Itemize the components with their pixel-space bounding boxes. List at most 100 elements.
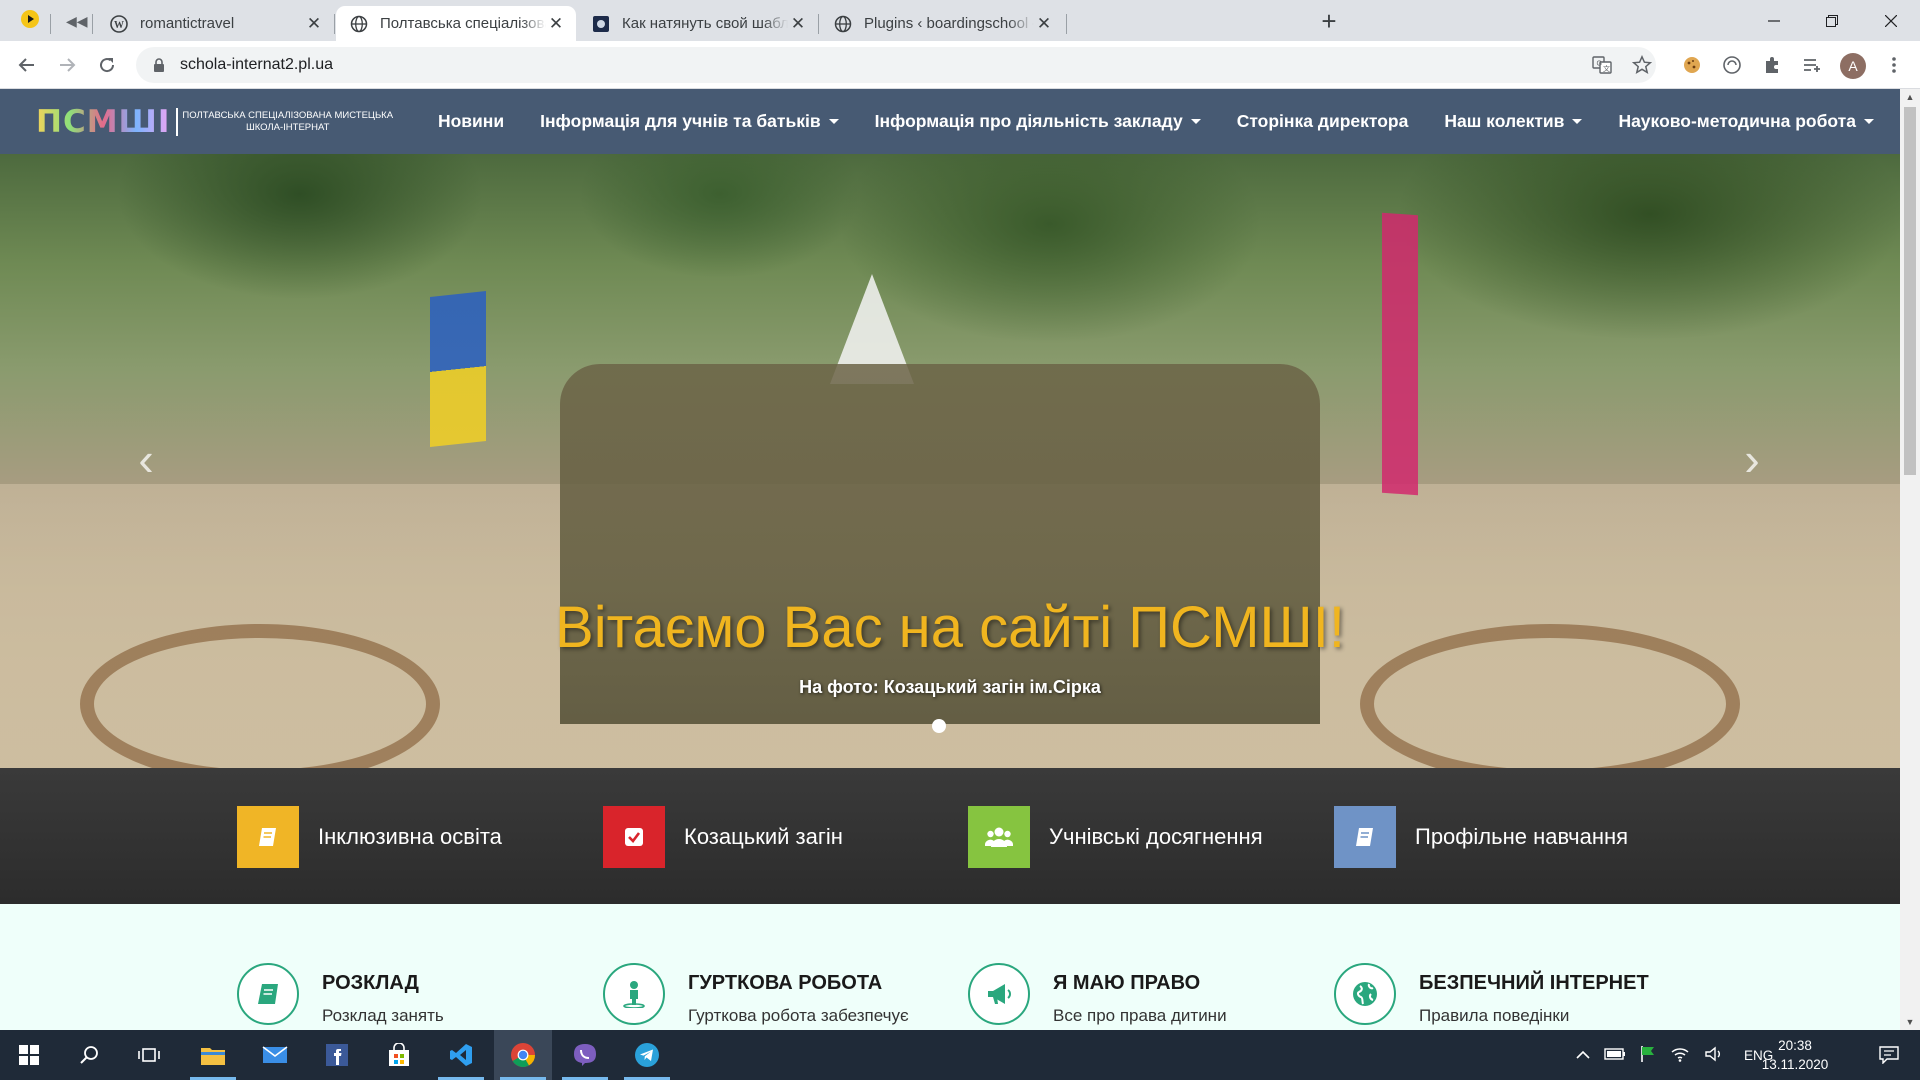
search-icon[interactable] [60,1030,118,1080]
globe-icon [350,15,368,33]
chevron-up-icon[interactable] [1576,1047,1590,1063]
lock-icon[interactable] [150,56,168,74]
tab-title: Как натянуть свой шаблон на W [622,15,788,32]
mute-tab-icon[interactable]: ◀◀ [66,13,88,30]
restore-button[interactable] [1803,0,1861,41]
profile-avatar[interactable]: A [1840,53,1866,79]
tab-template-article[interactable]: Как натянуть свой шаблон на W ✕ [578,6,818,41]
chevron-down-icon [1864,119,1874,124]
feature-label: Учнівські досягнення [1049,824,1263,849]
globe-icon [1334,963,1396,1025]
mail-icon[interactable] [246,1030,304,1080]
nav-item-our-team[interactable]: Наш колектив [1444,111,1583,132]
vscode-icon[interactable] [432,1030,490,1080]
close-window-button[interactable] [1862,0,1920,41]
feature-cossack-squad[interactable]: Козацький загін [603,806,843,868]
feature-profile-learning[interactable]: Профільне навчання [1334,806,1628,868]
tab-psmshi[interactable]: Полтавська спеціалізована мис ✕ [336,6,576,41]
facebook-icon[interactable] [308,1030,366,1080]
check-square-icon [603,806,665,868]
slider-prev-arrow[interactable]: ‹ [126,429,166,489]
service-rights[interactable]: Я МАЮ ПРАВО Все про права дитини [968,963,1308,1030]
forward-button[interactable] [53,51,81,79]
tab-romantictravel[interactable]: W romantictravel ✕ [96,6,334,41]
logo-mark: ПСМШІ [36,104,171,140]
logo-subtitle-line2: школа-інтернат [246,122,330,133]
tab-title: Plugins ‹ boardingschool — Word [864,15,1034,32]
feature-label: Профільне навчання [1415,824,1629,849]
book-icon [237,806,299,868]
nav-item-director-page[interactable]: Сторінка директора [1237,111,1409,132]
page-icon [592,15,610,33]
windows-taskbar: ENG 20:38 13.11.2020 [0,1030,1920,1080]
nav-item-news[interactable]: Новини [438,111,504,132]
store-icon[interactable] [370,1030,428,1080]
browser-toolbar: schola-internat2.pl.ua G文 A [0,41,1920,89]
feature-label: Інклюзивна освіта [318,824,502,849]
media-play-icon[interactable] [20,9,40,34]
feature-student-achievements[interactable]: Учнівські досягнення [968,806,1263,868]
flag-notification-icon[interactable] [1640,1045,1656,1066]
nav-item-methodology[interactable]: Науково-методична робота [1618,111,1874,132]
megaphone-icon [968,963,1030,1025]
close-tab-icon[interactable]: ✕ [304,14,324,34]
scroll-up-arrow[interactable]: ▲ [1900,89,1920,105]
slider-next-arrow[interactable]: › [1732,429,1772,489]
url-text[interactable]: schola-internat2.pl.ua [180,56,333,74]
feature-strip: Інклюзивна освіта Козацький загін Учнівс… [0,768,1900,904]
book-icon [237,963,299,1025]
cookie-extension-icon[interactable] [1678,51,1706,79]
telegram-icon[interactable] [618,1030,676,1080]
chrome-menu-icon[interactable] [1880,51,1908,79]
hero-caption: На фото: Козацький загін ім.Сірка [799,677,1101,697]
slider-indicator-dot[interactable] [932,719,946,733]
viber-icon[interactable] [556,1030,614,1080]
task-view-icon[interactable] [120,1030,178,1080]
address-bar[interactable]: schola-internat2.pl.ua [136,47,1656,83]
minimize-button[interactable] [1745,0,1803,41]
back-button[interactable] [13,51,41,79]
page-viewport: ПСМШІ Полтавська спеціалізована мистецьк… [0,89,1900,1030]
bookmark-star-icon[interactable] [1628,51,1656,79]
chevron-down-icon [828,119,839,124]
scroll-down-arrow[interactable]: ▼ [1900,1014,1920,1030]
service-title: Я МАЮ ПРАВО [1053,972,1201,994]
person-icon [603,963,665,1025]
feature-inclusive-education[interactable]: Інклюзивна освіта [237,806,502,868]
tab-plugins[interactable]: Plugins ‹ boardingschool — Word ✕ [820,6,1064,41]
nav-item-info-students-parents[interactable]: Інформація для учнів та батьків [540,111,839,132]
taskbar-clock[interactable]: 20:38 13.11.2020 [1755,1036,1835,1074]
vpn-extension-icon[interactable] [1718,51,1746,79]
svg-text:文: 文 [1603,64,1610,73]
service-text: Правила поведінки [1419,1006,1570,1025]
feature-label: Козацький загін [684,824,843,849]
site-logo[interactable]: ПСМШІ Полтавська спеціалізована мистецьк… [36,104,393,140]
volume-icon[interactable] [1704,1046,1724,1065]
reading-list-icon[interactable] [1798,51,1826,79]
users-icon [968,806,1030,868]
logo-divider [176,108,179,136]
reload-button[interactable] [93,51,121,79]
wifi-icon[interactable] [1670,1046,1690,1065]
extensions-puzzle-icon[interactable] [1758,51,1786,79]
new-tab-button[interactable]: + [1316,8,1342,35]
nav-item-info-activity[interactable]: Інформація про діяльність закладу [875,111,1201,132]
chrome-taskbar-icon[interactable] [494,1030,552,1080]
notifications-icon[interactable] [1860,1030,1918,1080]
close-tab-icon[interactable]: ✕ [546,14,566,34]
service-clubs[interactable]: ГУРТКОВА РОБОТА Гурткова робота забезпеч… [603,963,943,1030]
windows-start-icon[interactable] [0,1030,58,1080]
page-scrollbar[interactable]: ▲ ▼ [1900,89,1920,1030]
tab-title: romantictravel [140,15,235,32]
close-tab-icon[interactable]: ✕ [1034,14,1054,34]
close-tab-icon[interactable]: ✕ [788,14,808,34]
translate-icon[interactable]: G文 [1588,51,1616,79]
svg-text:G: G [1597,61,1602,68]
service-safe-internet[interactable]: БЕЗПЕЧНИЙ ІНТЕРНЕТ Правила поведінки [1334,963,1674,1030]
file-explorer-icon[interactable] [184,1030,242,1080]
scrollbar-thumb[interactable] [1904,107,1916,475]
hero-slider: ‹ › Вітаємо Вас на сайті ПСМШІ! На фото:… [0,154,1900,768]
service-schedule[interactable]: РОЗКЛАД Розклад занять [237,963,577,1030]
battery-icon[interactable] [1604,1047,1626,1063]
wordpress-icon: W [110,14,128,33]
